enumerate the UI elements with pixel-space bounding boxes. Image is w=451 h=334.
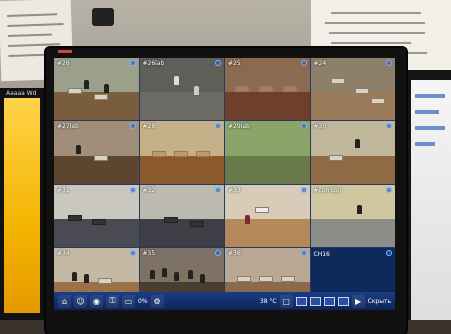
record-icon[interactable] [386,60,392,66]
camera-label: #24 [313,60,327,67]
dvr-taskbar: ⌂ ☺ ◉ ⚿ ▭ 0% ⚙ 38 °C ▢ ▶ Скрыть [54,292,395,310]
camera-label: #26lab [142,60,165,67]
home-icon[interactable]: ⌂ [58,294,71,308]
layout-16-icon[interactable] [323,296,335,306]
side-screen-right [411,80,451,330]
lock-icon[interactable]: ⚿ [106,294,119,308]
camera-label: #28 [142,123,156,131]
layout-4-icon[interactable] [295,296,307,306]
camera-tile[interactable]: #24 [310,58,395,121]
camera-label: #34 [57,249,70,257]
camera-tile[interactable]: #25 [225,58,310,121]
record-icon[interactable] [386,249,392,256]
record-icon[interactable] [300,60,307,66]
disk-icon[interactable]: ▭ [122,294,135,308]
camera-tile[interactable]: #30 [310,121,395,184]
record-icon[interactable] [215,249,221,256]
camera-label: #33 [228,186,241,194]
camera-tile[interactable]: #29lab [225,121,310,184]
record-icon[interactable] [300,123,307,130]
layout-custom-icon[interactable] [337,296,349,306]
record-icon[interactable] [300,186,307,193]
camera-tile[interactable]: #27lab [54,121,139,184]
record-icon[interactable] [386,186,392,193]
record-icon[interactable] [215,60,221,66]
camera-label: #35 [142,249,156,257]
record-icon[interactable] [129,60,136,66]
side-screen-left [4,98,40,313]
camera-tile[interactable]: #26lab [139,58,224,121]
camera-tile[interactable]: #corridor [310,184,395,247]
camera-tile[interactable]: #28 [139,121,224,184]
camera-tile[interactable]: #32 [139,184,224,247]
user-icon[interactable]: ☺ [74,294,87,308]
layout-9-icon[interactable] [309,296,321,306]
monitor-logo [58,50,72,53]
camera-grid: #26 #26lab #25 #24 #27lab #28 #29lab #30… [54,58,395,310]
camera-label: #36 [228,249,241,257]
temperature-text: 38 °C [259,297,277,305]
camera-icon[interactable]: ◉ [90,294,103,308]
camera-label: #27lab [57,123,79,131]
side-monitor-label: Aaaaa Wd [6,90,37,97]
camera-label: #32 [142,186,156,194]
record-icon[interactable] [300,249,307,256]
camera-label: #corridor [313,186,342,194]
camera-label: #29lab [228,123,250,131]
camera-label: CH16 [313,250,330,258]
desk-scene: Aaaaa Wd #26 #26lab #25 #24 #27lab #28 #… [0,0,451,334]
camera-tile[interactable]: #26 [54,58,139,121]
record-icon[interactable] [215,186,221,193]
camera-label: #25 [228,60,241,67]
settings-icon[interactable]: ⚙ [150,294,164,308]
camera-label: #31 [57,186,70,194]
hide-button[interactable]: Скрыть [368,298,391,305]
cctv-screen: #26 #26lab #25 #24 #27lab #28 #29lab #30… [54,58,395,310]
camera-label: #26 [57,60,70,67]
camera-label: #30 [313,123,327,131]
binder-clip [92,8,114,26]
record-icon[interactable] [129,123,136,130]
camera-tile[interactable]: #31 [54,184,139,247]
record-icon[interactable] [129,186,136,193]
disk-usage-text: 0% [138,297,148,305]
record-icon[interactable] [129,249,136,256]
play-icon[interactable]: ▶ [351,294,365,308]
layout-single-icon[interactable]: ▢ [279,294,293,308]
camera-tile[interactable]: #33 [225,184,310,247]
